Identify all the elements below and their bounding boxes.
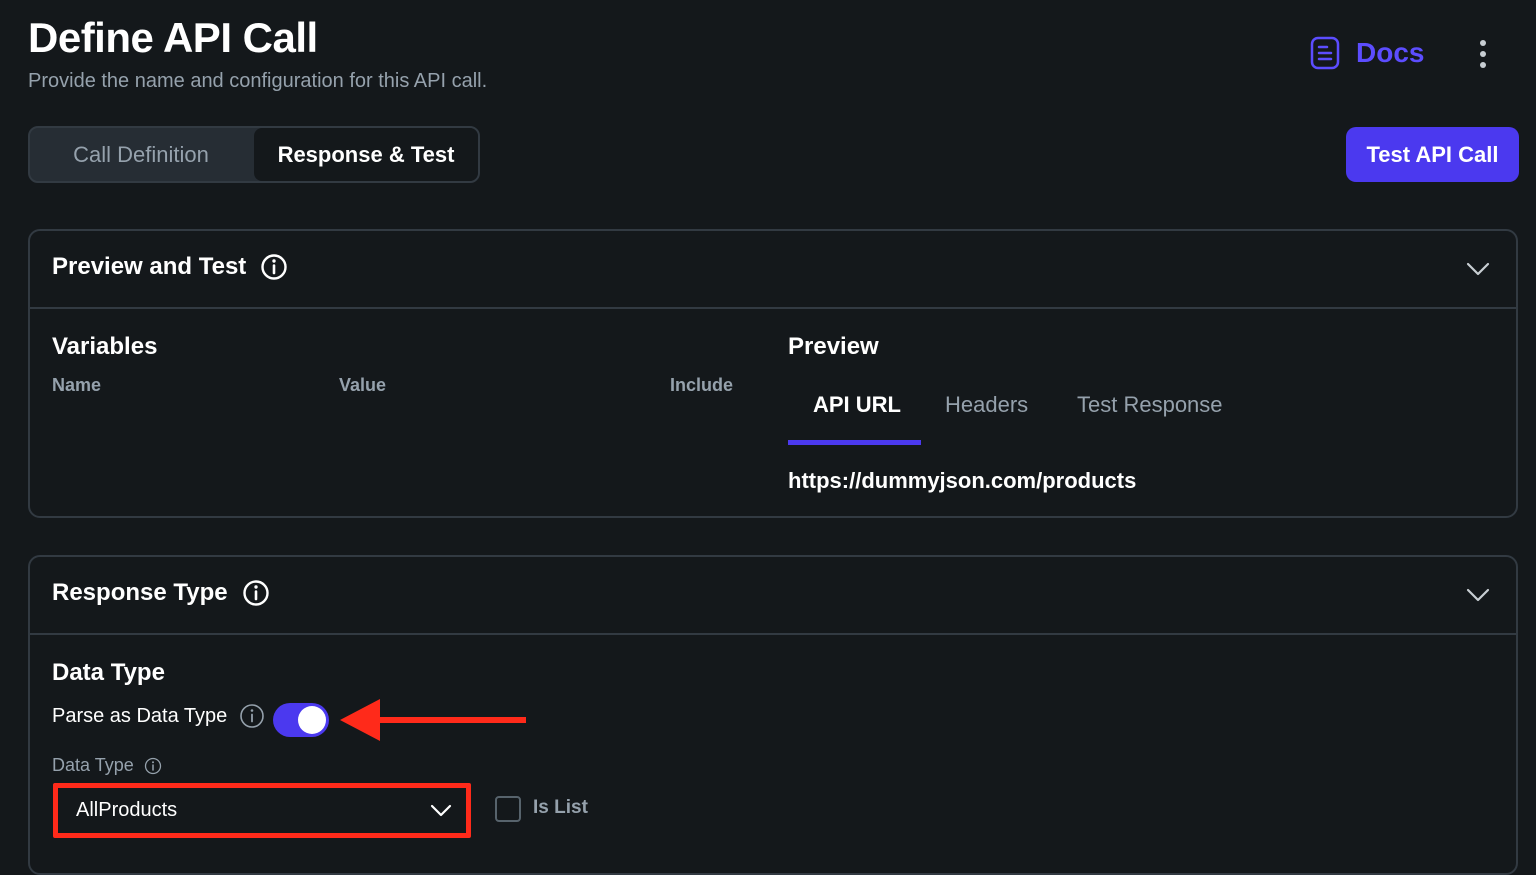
info-icon[interactable] [260, 253, 288, 281]
mode-segmented-control: Call Definition Response & Test [28, 126, 480, 183]
response-card-title: Response Type [52, 579, 228, 606]
docs-label: Docs [1356, 37, 1425, 68]
chevron-down-icon[interactable] [1466, 257, 1490, 281]
tab-call-definition[interactable]: Call Definition [30, 128, 252, 181]
data-type-dropdown[interactable]: AllProducts [53, 783, 471, 838]
tab-test-response[interactable]: Test Response [1077, 392, 1223, 418]
parse-as-data-type-toggle[interactable] [273, 703, 329, 737]
annotation-arrow [340, 699, 526, 741]
column-header-value: Value [339, 375, 387, 395]
more-vertical-icon[interactable] [1472, 38, 1494, 70]
data-type-selected-value: AllProducts [76, 799, 178, 821]
tab-api-url[interactable]: API URL [813, 392, 901, 418]
data-type-field-label: Data Type [52, 755, 134, 775]
api-url-preview: https://dummyjson.com/products [788, 468, 1137, 493]
chevron-down-icon [430, 804, 452, 816]
column-header-include: Include [670, 375, 734, 395]
preview-card-title: Preview and Test [52, 253, 247, 280]
active-tab-indicator [788, 440, 921, 445]
toggle-knob [298, 706, 326, 734]
tab-response-and-test[interactable]: Response & Test [254, 128, 478, 181]
data-type-field-label-row: Data Type [52, 755, 162, 776]
response-card-header[interactable]: Response Type [30, 557, 1516, 635]
column-header-name: Name [52, 375, 102, 395]
info-icon[interactable] [242, 579, 270, 607]
variables-heading: Variables [52, 333, 158, 360]
is-list-label: Is List [533, 797, 588, 818]
is-list-checkbox[interactable] [495, 796, 521, 822]
preview-and-test-card: Preview and Test [28, 229, 1518, 518]
preview-heading: Preview [788, 333, 879, 360]
info-icon[interactable] [239, 703, 265, 729]
tab-headers[interactable]: Headers [945, 392, 1028, 418]
data-type-heading: Data Type [52, 659, 165, 686]
parse-as-data-type-label: Parse as Data Type [52, 704, 228, 727]
info-icon[interactable] [144, 757, 162, 775]
chevron-down-icon[interactable] [1466, 583, 1490, 607]
docs-link[interactable]: Docs [1310, 36, 1424, 70]
page-title: Define API Call [28, 14, 318, 61]
preview-card-header[interactable]: Preview and Test [30, 231, 1516, 309]
document-icon [1310, 36, 1340, 70]
test-api-call-button[interactable]: Test API Call [1346, 127, 1519, 182]
page-subtitle: Provide the name and configuration for t… [28, 70, 488, 92]
parse-as-data-type-row: Parse as Data Type [52, 703, 265, 729]
